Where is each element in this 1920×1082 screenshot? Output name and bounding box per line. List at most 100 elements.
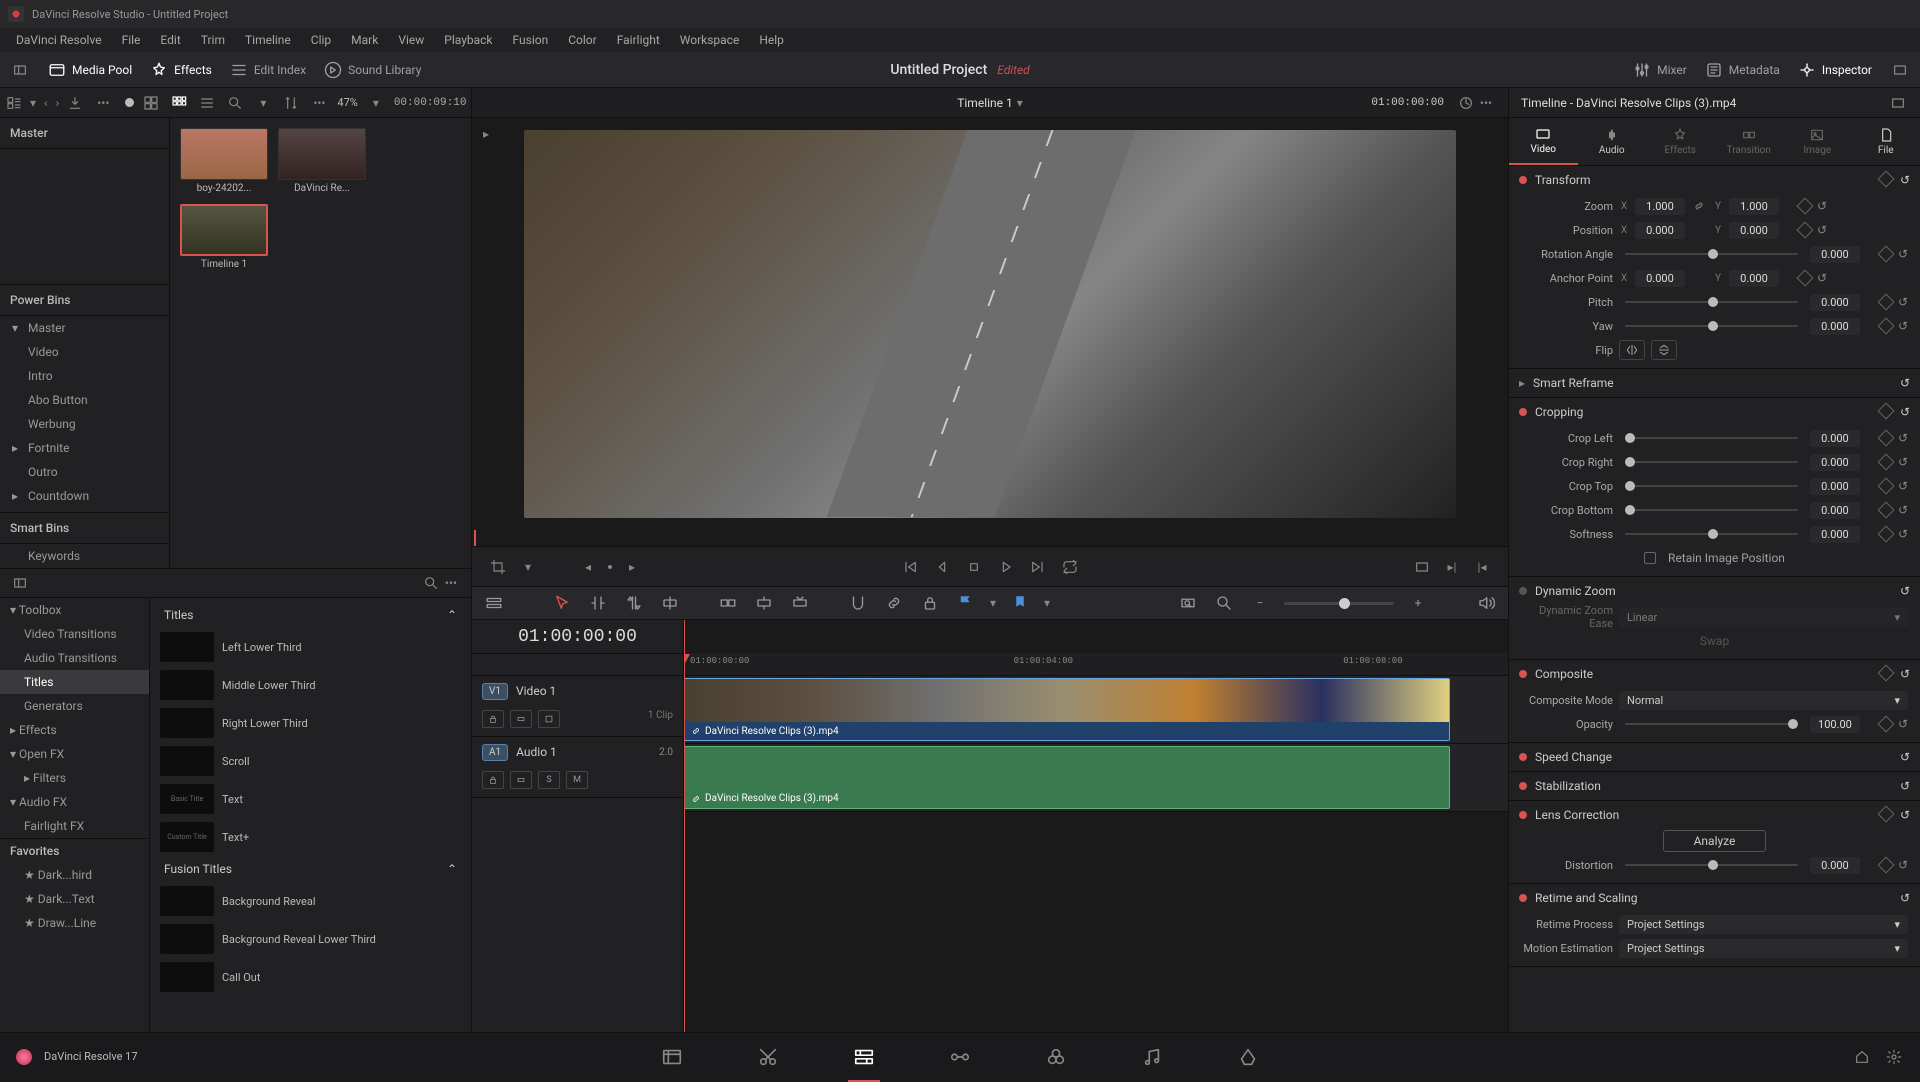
zoom-slider[interactable] [1284, 602, 1394, 605]
disable-icon[interactable] [538, 710, 560, 728]
search-icon[interactable] [421, 573, 441, 593]
solo-button[interactable]: S [538, 771, 560, 789]
keyframe-icon[interactable] [1877, 806, 1894, 823]
timeline-view-icon[interactable] [482, 591, 506, 615]
match-frame-icon[interactable] [1412, 557, 1432, 577]
metadata-toggle[interactable]: Metadata [1705, 61, 1780, 79]
grid3-icon[interactable] [141, 93, 161, 113]
flip-v-button[interactable] [1651, 340, 1677, 360]
fx-nav-item[interactable]: Audio Transitions [0, 646, 149, 670]
reset-icon[interactable]: ↺ [1900, 750, 1910, 764]
zoom-y[interactable]: 1.000 [1729, 198, 1779, 215]
viewer-scrubber[interactable] [472, 530, 1508, 546]
more-icon[interactable]: ••• [441, 573, 461, 593]
section-retime-scaling[interactable]: Retime and Scaling↺ [1509, 884, 1920, 912]
clip-thumbnail[interactable]: Timeline 1 [180, 204, 268, 270]
reset-icon[interactable]: ↺ [1898, 503, 1908, 517]
zoom-x[interactable]: 1.000 [1635, 198, 1685, 215]
reset-icon[interactable]: ↺ [1898, 319, 1908, 333]
chevron-down-icon[interactable]: ▾ [30, 93, 36, 113]
bin-item[interactable]: ▾Master [0, 316, 169, 340]
volume-icon[interactable] [1474, 591, 1498, 615]
mixer-toggle[interactable]: Mixer [1633, 61, 1687, 79]
replace-icon[interactable] [788, 591, 812, 615]
fx-nav-item[interactable]: Fairlight FX [0, 814, 149, 838]
distortion-slider[interactable] [1625, 864, 1798, 866]
fx-nav-item[interactable]: Titles [0, 670, 149, 694]
lock-icon[interactable] [918, 591, 942, 615]
link-icon[interactable] [1691, 200, 1707, 212]
marker-icon[interactable] [1008, 591, 1032, 615]
program-viewer[interactable]: ▸ [472, 118, 1508, 530]
sync-icon[interactable] [1456, 93, 1476, 113]
composite-mode-select[interactable]: Normal▾ [1619, 691, 1908, 710]
crop-right-slider[interactable] [1625, 461, 1798, 463]
dots-icon[interactable]: ••• [97, 96, 109, 110]
edit-page-icon[interactable] [848, 1041, 880, 1073]
home-icon[interactable] [1852, 1047, 1872, 1067]
menu-item[interactable]: Edit [150, 33, 190, 47]
bin-item[interactable]: Werbung [0, 412, 169, 436]
more-icon[interactable]: ••• [309, 93, 329, 113]
bin-item[interactable]: ▸Fortnite [0, 436, 169, 460]
section-smart-reframe[interactable]: ▸Smart Reframe↺ [1509, 369, 1920, 397]
keyframe-icon[interactable] [1877, 526, 1894, 543]
fx-category[interactable]: Titles⌃ [154, 602, 467, 628]
last-frame-icon[interactable]: ▸ [622, 557, 642, 577]
menu-item[interactable]: DaVinci Resolve [6, 33, 112, 47]
keyframe-icon[interactable] [1877, 454, 1894, 471]
reset-icon[interactable]: ↺ [1898, 431, 1908, 445]
go-start-icon[interactable] [900, 557, 920, 577]
sort-icon[interactable] [281, 93, 301, 113]
keyframe-icon[interactable] [1877, 294, 1894, 311]
root-bin[interactable]: Master [0, 118, 169, 149]
rotation-slider[interactable] [1625, 253, 1798, 255]
clip-thumbnail[interactable]: boy-24202... [180, 128, 268, 194]
fx-item[interactable]: Call Out [154, 958, 467, 996]
step-back2-icon[interactable]: |◂ [1472, 557, 1492, 577]
softness-slider[interactable] [1625, 533, 1798, 535]
video-track-header[interactable]: V1 Video 1 1 Clip [472, 676, 683, 737]
fx-item[interactable]: Background Reveal Lower Third [154, 920, 467, 958]
keyframe-icon[interactable] [1877, 318, 1894, 335]
analyze-button[interactable]: Analyze [1663, 830, 1767, 852]
chevron-down-icon[interactable]: ▾ [253, 93, 273, 113]
step-back-icon[interactable] [932, 557, 952, 577]
import-icon[interactable] [67, 93, 83, 113]
reset-icon[interactable]: ↺ [1898, 527, 1908, 541]
keyframe-icon[interactable] [1877, 430, 1894, 447]
pitch-val[interactable]: 0.000 [1810, 294, 1860, 311]
yaw-slider[interactable] [1625, 325, 1798, 327]
bin-item[interactable]: Outro [0, 460, 169, 484]
audio-track-lane[interactable]: DaVinci Resolve Clips (3).mp4 [684, 744, 1508, 812]
inspector-toggle[interactable]: Inspector [1798, 61, 1872, 79]
pos-y[interactable]: 0.000 [1729, 222, 1779, 239]
snap-icon[interactable] [846, 591, 870, 615]
flag-icon[interactable] [954, 591, 978, 615]
menu-item[interactable]: Clip [301, 33, 341, 47]
video-clip[interactable]: DaVinci Resolve Clips (3).mp4 [684, 678, 1450, 741]
auto-select-icon[interactable] [510, 771, 532, 789]
fx-nav-item[interactable]: ▸ Filters [0, 766, 149, 790]
fx-fav-item[interactable]: ★ Dark...hird [0, 863, 149, 887]
crop-icon[interactable] [488, 557, 508, 577]
blade-tool-icon[interactable] [658, 591, 682, 615]
play-icon[interactable] [996, 557, 1016, 577]
keyframe-icon[interactable] [1877, 171, 1894, 188]
reset-icon[interactable]: ↺ [1817, 199, 1827, 213]
fx-nav-item[interactable]: ▾ Open FX [0, 742, 149, 766]
track-badge[interactable]: V1 [482, 683, 508, 700]
menu-item[interactable]: Trim [191, 33, 235, 47]
fx-item[interactable]: Background Reveal [154, 882, 467, 920]
reset-icon[interactable]: ↺ [1900, 808, 1910, 822]
opacity-slider[interactable] [1625, 723, 1798, 725]
mute-button[interactable]: M [566, 771, 588, 789]
sound-library-toggle[interactable]: Sound Library [324, 61, 421, 79]
record-timecode[interactable]: 01:00:00:00 [1371, 97, 1444, 109]
lock-icon[interactable] [482, 771, 504, 789]
tab-file[interactable]: File [1852, 118, 1920, 165]
anchor-x[interactable]: 0.000 [1635, 270, 1685, 287]
reset-icon[interactable]: ↺ [1900, 891, 1910, 905]
keyframe-icon[interactable] [1877, 502, 1894, 519]
yaw-val[interactable]: 0.000 [1810, 318, 1860, 335]
